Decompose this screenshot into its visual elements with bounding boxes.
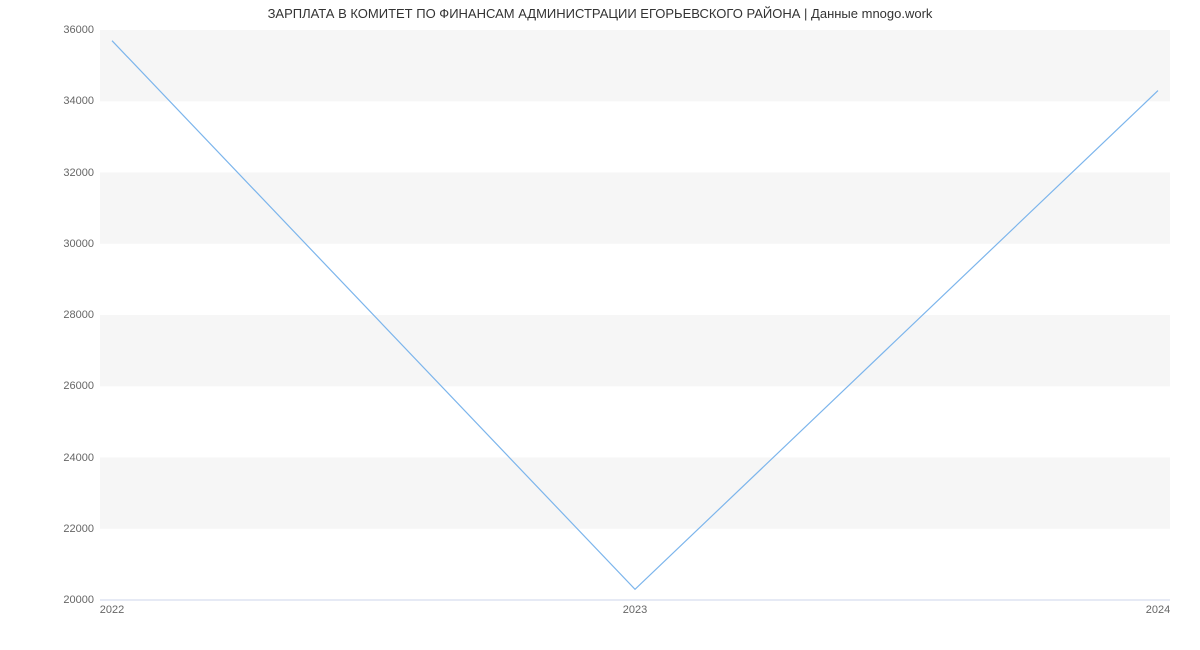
y-tick-label: 26000 [24, 380, 94, 392]
plot-band [100, 173, 1170, 244]
chart-container: ЗАРПЛАТА В КОМИТЕТ ПО ФИНАНСАМ АДМИНИСТР… [0, 0, 1200, 650]
y-tick-label: 20000 [24, 594, 94, 606]
plot-band [100, 458, 1170, 529]
y-tick-label: 28000 [24, 309, 94, 321]
plot-band [100, 30, 1170, 101]
y-tick-label: 34000 [24, 95, 94, 107]
x-tick-label: 2024 [1146, 604, 1170, 616]
y-tick-label: 24000 [24, 452, 94, 464]
x-tick-label: 2023 [623, 604, 647, 616]
bands-group [100, 30, 1170, 529]
x-tick-label: 2022 [100, 604, 124, 616]
plot-band [100, 315, 1170, 386]
y-tick-label: 30000 [24, 238, 94, 250]
y-tick-label: 32000 [24, 167, 94, 179]
y-tick-label: 36000 [24, 24, 94, 36]
line-layer [100, 30, 1170, 600]
y-tick-label: 22000 [24, 523, 94, 535]
plot-area [100, 30, 1170, 600]
chart-title: ЗАРПЛАТА В КОМИТЕТ ПО ФИНАНСАМ АДМИНИСТР… [0, 6, 1200, 21]
